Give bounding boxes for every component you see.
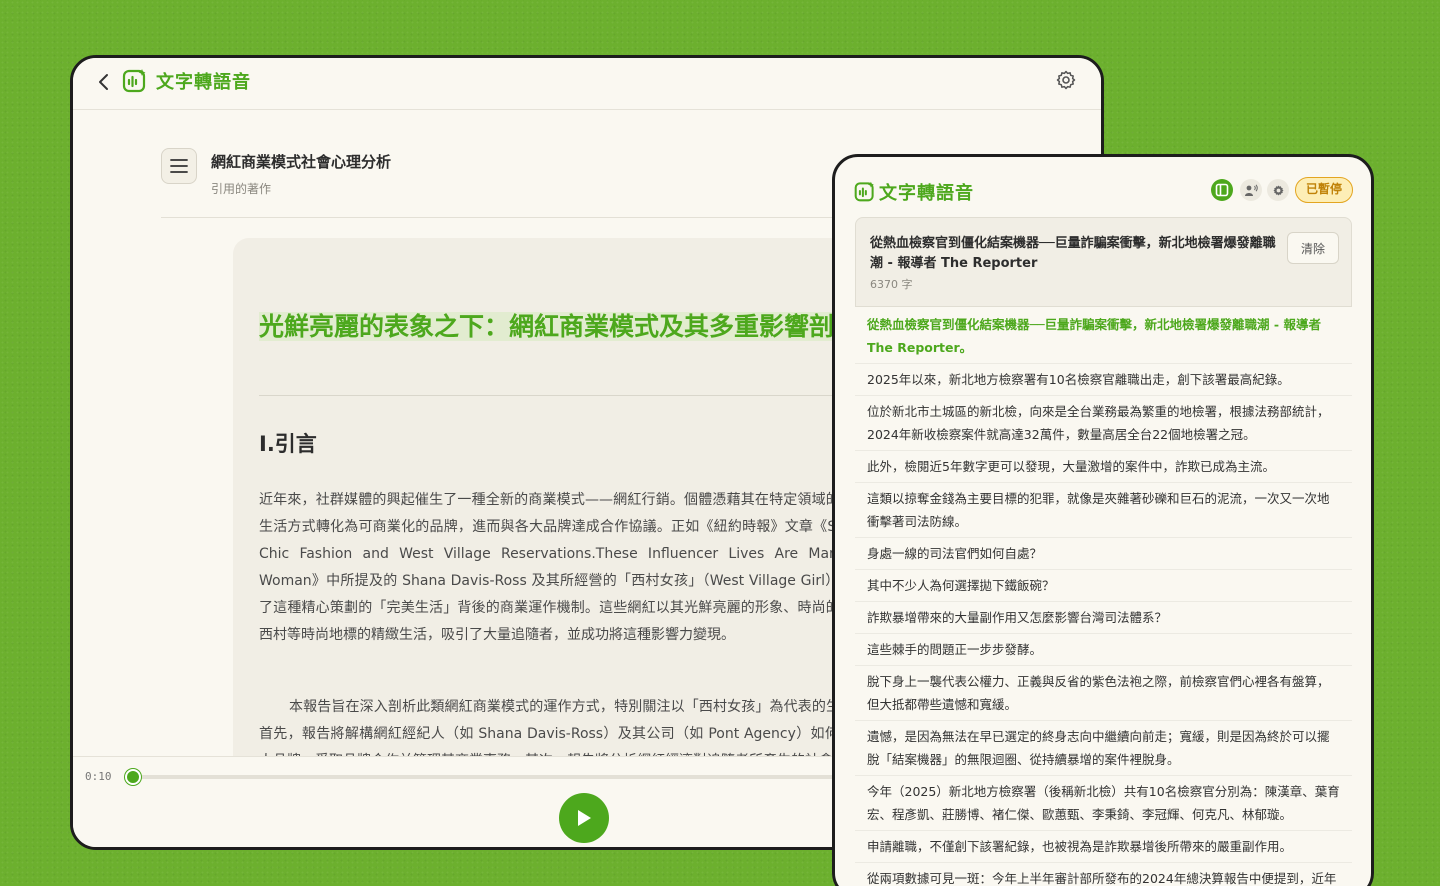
sentence-item[interactable]: 位於新北市土城區的新北檢，向來是全台業務最為繁重的地檢署，根據法務部統計，202… [855, 396, 1352, 451]
sentence-item[interactable]: 此外，檢閱近5年數字更可以發現，大量激增的案件中，詐欺已成為主流。 [855, 451, 1352, 483]
divider [161, 217, 851, 218]
source-title: 從熱血檢察官到僵化結案機器──巨量詐騙案衝擊，新北地檢署爆發離職潮 - 報導者 … [870, 236, 1276, 271]
menu-icon [170, 159, 188, 173]
settings-icon[interactable] [1055, 69, 1077, 91]
progress-thumb[interactable] [125, 769, 141, 785]
sentence-item[interactable]: 2025年以來，新北地方檢察署有10名檢察官離職出走，創下該署最高紀錄。 [855, 364, 1352, 396]
word-count: 6370 字 [870, 278, 913, 291]
sentence-item[interactable]: 身處一線的司法官們如何自處？ [855, 538, 1352, 570]
voice-button[interactable] [1240, 179, 1262, 201]
app-logo-icon [122, 69, 146, 93]
sentence-list: 從熱血檢察官到僵化結案機器──巨量詐騙案衝擊，新北地檢署爆發離職潮 - 報導者 … [855, 309, 1352, 886]
sentence-item[interactable]: 脫下身上一襲代表公權力、正義與反省的紫色法袍之際，前檢察官們心裡各有盤算，但大抵… [855, 666, 1352, 721]
app-title: 文字轉語音 [879, 183, 974, 204]
elapsed-time: 0:10 [85, 770, 112, 783]
sentence-item[interactable]: 這些棘手的問題正一步步發酵。 [855, 634, 1352, 666]
document-menu-button[interactable] [161, 148, 197, 184]
sentence-item[interactable]: 遺憾，是因為無法在早已選定的終身志向中繼續向前走；寬緩，則是因為終於可以擺脫「結… [855, 721, 1352, 776]
section-heading: I.引言 [259, 432, 317, 456]
sentence-item[interactable]: 從熱血檢察官到僵化結案機器──巨量詐騙案衝擊，新北地檢署爆發離職潮 - 報導者 … [855, 309, 1352, 364]
paused-status-button[interactable]: 已暫停 [1295, 177, 1354, 203]
sentence-item[interactable]: 這類以掠奪金錢為主要目標的犯罪，就像是夾雜著砂礫和巨石的泥流，一次又一次地衝擊著… [855, 483, 1352, 538]
back-icon[interactable] [93, 71, 115, 93]
sidebar-icon [1215, 183, 1229, 197]
divider [259, 395, 919, 396]
article-title-text: 光鮮亮麗的表象之下：網紅商業模式及其多重影響剖析 [259, 312, 860, 341]
sentence-item[interactable]: 從兩項數據可見一斑：今年上半年審計部所發布的2024年總決算報告中便提到，近年來… [855, 863, 1352, 886]
play-button[interactable] [559, 793, 609, 843]
tablet-header: 文字轉語音 [73, 58, 1101, 110]
article-title[interactable]: 光鮮亮麗的表象之下：網紅商業模式及其多重影響剖析 [259, 308, 899, 346]
sentence-item[interactable]: 其中不少人為何選擇拋下鐵飯碗？ [855, 570, 1352, 602]
app-logo-icon [854, 181, 874, 202]
gear-icon [1272, 184, 1284, 196]
phone-window: 文字轉語音 已暫停 從熱血檢察官到僵化結案機器──巨量詐騙案衝擊，新北地檢署爆發… [832, 154, 1374, 886]
sentence-item[interactable]: 申請離職，不僅創下該署紀錄，也被視為是詐欺暴增後所帶來的嚴重副作用。 [855, 831, 1352, 863]
document-title: 網紅商業模式社會心理分析 [211, 153, 392, 171]
sentence-item[interactable]: 詐欺暴增帶來的大量副作用又怎麼影響台灣司法體系？ [855, 602, 1352, 634]
app-title: 文字轉語音 [156, 72, 251, 93]
clear-button[interactable]: 清除 [1287, 232, 1339, 264]
sentence-item[interactable]: 今年（2025）新北地方檢察署（後稱新北檢）共有10名檢察官分別為：陳漢章、葉育… [855, 776, 1352, 831]
speaker-icon [1245, 184, 1258, 196]
settings-button[interactable] [1267, 179, 1289, 201]
panel-toggle-button[interactable] [1211, 179, 1233, 201]
play-icon [578, 810, 591, 826]
document-subtitle: 引用的著作 [211, 182, 272, 196]
source-card: 從熱血檢察官到僵化結案機器──巨量詐騙案衝擊，新北地檢署爆發離職潮 - 報導者 … [855, 217, 1352, 307]
article-reader: 光鮮亮麗的表象之下：網紅商業模式及其多重影響剖析 I.引言 近年來，社群媒體的興… [233, 238, 933, 778]
